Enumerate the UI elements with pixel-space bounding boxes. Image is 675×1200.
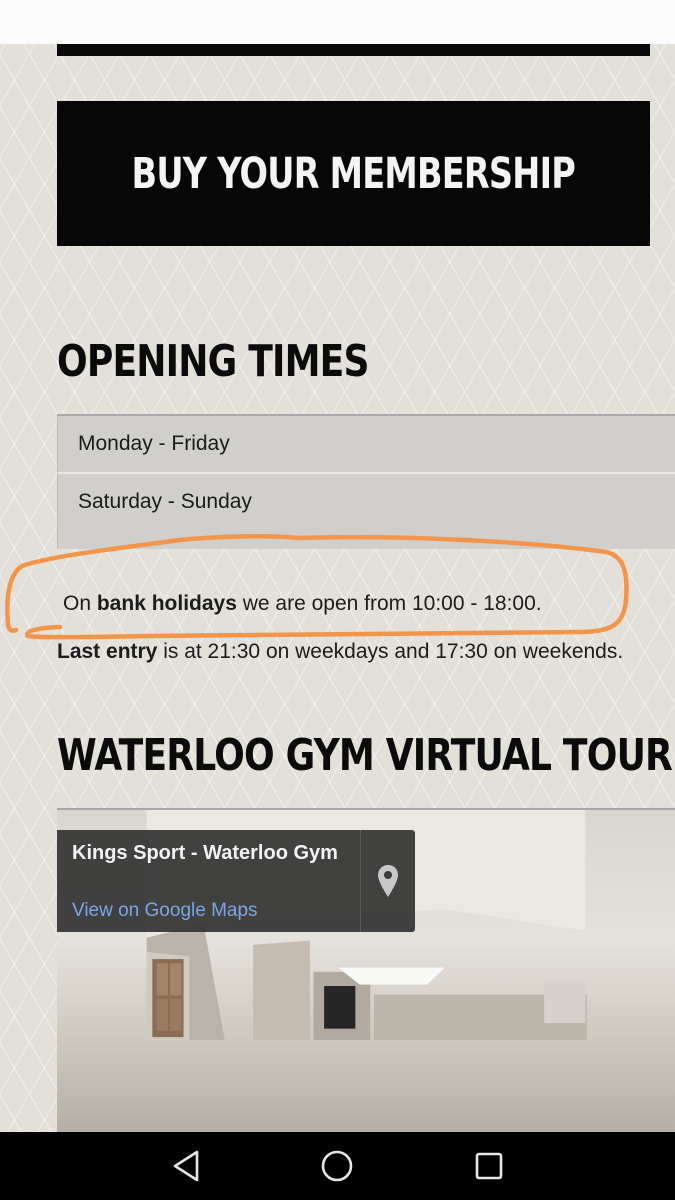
virtual-tour-embed[interactable]: Kings Sport - Waterloo Gym View on Googl…: [57, 808, 675, 1134]
home-circle-icon: [322, 1150, 353, 1182]
map-pin-icon: [378, 865, 399, 897]
top-black-bar: [57, 44, 650, 56]
map-card-title: Kings Sport - Waterloo Gym: [72, 842, 338, 864]
virtual-tour-heading: WATERLOO GYM VIRTUAL TOUR: [57, 730, 673, 781]
map-info-card: Kings Sport - Waterloo Gym View on Googl…: [57, 830, 415, 932]
status-bar-area: [0, 0, 675, 44]
bank-holiday-text: On bank holidays we are open from 10:00 …: [63, 592, 542, 615]
last-entry-text: Last entry is at 21:30 on weekdays and 1…: [57, 640, 624, 663]
android-navigation-bar: [0, 1132, 675, 1200]
buy-membership-label: BUY YOUR MEMBERSHIP: [131, 148, 576, 199]
back-button[interactable]: [156, 1136, 216, 1196]
opening-times-heading: OPENING TIMES: [57, 336, 369, 387]
recents-button[interactable]: [459, 1136, 519, 1196]
buy-membership-banner[interactable]: BUY YOUR MEMBERSHIP: [57, 101, 650, 246]
view-on-google-maps-link[interactable]: View on Google Maps: [72, 900, 258, 922]
hours-row-weekdays: Monday - Friday: [57, 416, 675, 472]
hours-row-weekends: Saturday - Sunday: [57, 472, 675, 549]
back-triangle-icon: [173, 1150, 199, 1182]
home-button[interactable]: [307, 1136, 367, 1196]
recents-square-icon: [475, 1152, 503, 1180]
map-pin-button[interactable]: [360, 830, 415, 932]
opening-times-table: Monday - Friday Saturday - Sunday: [57, 414, 675, 549]
hours-row-days: Monday - Friday: [78, 432, 230, 455]
hours-row-days: Saturday - Sunday: [78, 490, 252, 513]
